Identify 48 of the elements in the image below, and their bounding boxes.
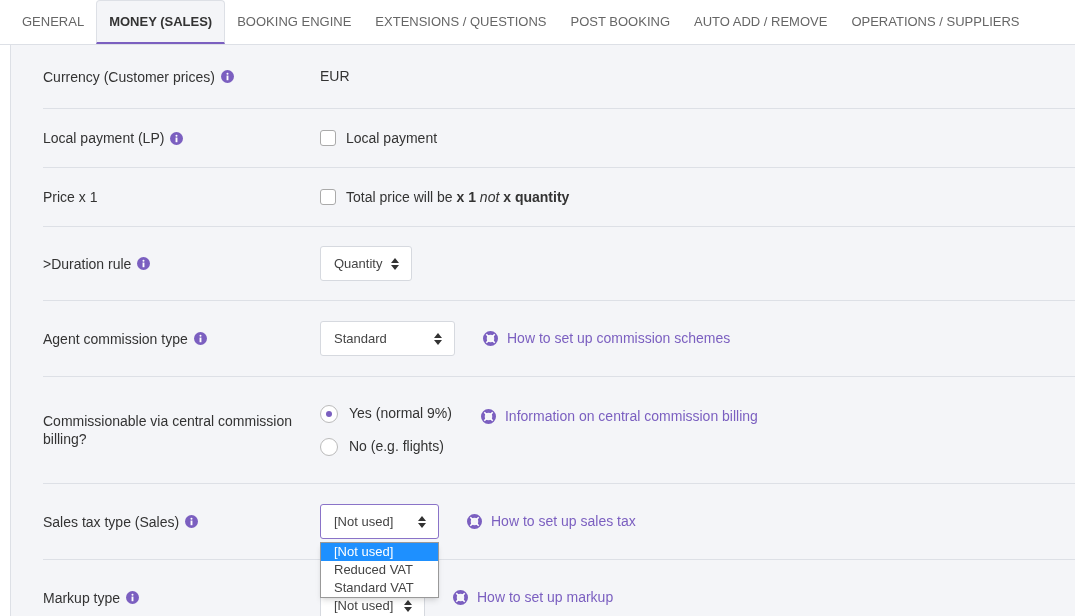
- select-field[interactable]: [Not used]: [320, 504, 439, 539]
- radio-label: No (e.g. flights): [349, 437, 444, 456]
- info-icon[interactable]: [137, 257, 151, 270]
- lifebuoy-icon: [467, 514, 482, 529]
- lifebuoy-icon: [481, 409, 496, 424]
- tab[interactable]: BOOKING ENGINE: [225, 0, 364, 44]
- info-icon[interactable]: [170, 131, 184, 145]
- caret-icon: [434, 332, 442, 345]
- caret-icon: [418, 515, 426, 528]
- info-icon[interactable]: [185, 515, 199, 528]
- tab[interactable]: POST BOOKING: [558, 0, 682, 44]
- field-label: Sales tax type (Sales): [43, 512, 180, 531]
- help-link[interactable]: How to set up sales tax: [491, 511, 636, 532]
- tab[interactable]: MONEY (SALES): [96, 0, 226, 44]
- dropdown-option[interactable]: Reduced VAT: [321, 561, 438, 579]
- dropdown-option[interactable]: [Not used]: [321, 543, 438, 561]
- info-icon[interactable]: [126, 591, 140, 604]
- caret-icon: [404, 599, 412, 612]
- checkbox-label: Local payment: [346, 128, 438, 148]
- tab[interactable]: GENERAL: [10, 0, 97, 44]
- tab[interactable]: OPERATIONS / SUPPLIERS: [839, 0, 1032, 44]
- field-label: Price x 1: [43, 188, 98, 206]
- info-icon[interactable]: [193, 332, 207, 345]
- field-label: Currency (Customer prices): [43, 67, 215, 86]
- field-label: >Duration rule: [43, 254, 132, 273]
- field-label: Markup type: [43, 588, 121, 607]
- field-label: Agent commission type: [43, 329, 188, 348]
- lifebuoy-icon: [453, 590, 468, 605]
- lifebuoy-icon: [483, 331, 498, 346]
- tab[interactable]: EXTENSIONS / QUESTIONS: [363, 0, 559, 44]
- field-value: EUR: [320, 67, 350, 86]
- radio-button[interactable]: [320, 404, 338, 423]
- select-field[interactable]: Standard: [320, 321, 455, 356]
- checkbox[interactable]: [320, 130, 336, 146]
- field-label: Local payment (LP): [43, 129, 165, 147]
- select-field[interactable]: Quantity: [320, 246, 412, 281]
- field-label: Commissionable via central commission billing?: [43, 412, 293, 448]
- dropdown-option[interactable]: Standard VAT: [321, 579, 438, 597]
- checkbox[interactable]: [320, 189, 336, 205]
- info-icon[interactable]: [220, 70, 234, 83]
- help-link[interactable]: How to set up markup: [477, 587, 614, 608]
- help-link[interactable]: How to set up commission schemes: [507, 328, 731, 349]
- caret-icon: [391, 257, 399, 270]
- checkbox-label: Total price will be x 1 not x quantity: [346, 187, 570, 207]
- radio-button[interactable]: [320, 437, 338, 456]
- help-link[interactable]: Information on central commission billing: [505, 406, 758, 427]
- radio-label: Yes (normal 9%): [349, 404, 452, 423]
- tab[interactable]: AUTO ADD / REMOVE: [682, 0, 840, 44]
